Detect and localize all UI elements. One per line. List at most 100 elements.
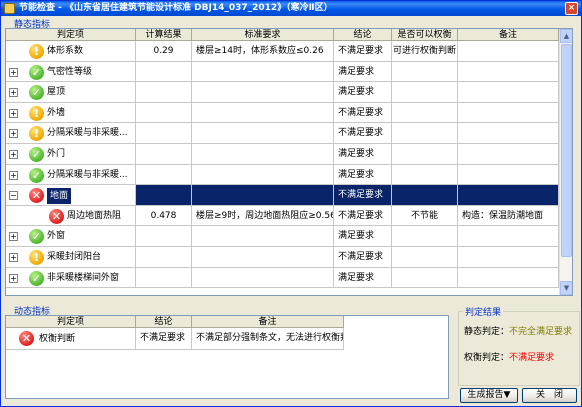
- expand-icon[interactable]: +: [9, 67, 18, 77]
- cell-standard: [192, 102, 334, 124]
- cell-label[interactable]: + ✓ 外窗: [6, 226, 136, 247]
- expand-icon[interactable]: +: [9, 253, 18, 262]
- cell-conclusion: 不满足要求: [136, 328, 192, 350]
- cell-label[interactable]: +! 外墙: [6, 102, 136, 124]
- cell-standard: [192, 185, 334, 206]
- check-icon: ✓: [29, 229, 44, 245]
- cell-label[interactable]: ✕ 周边地面热阻: [6, 205, 136, 227]
- expand-icon[interactable]: +: [9, 170, 18, 180]
- cell-calc: [136, 123, 192, 144]
- table-row[interactable]: + ✓ 屋顶 满足要求: [6, 82, 559, 103]
- scroll-up-button[interactable]: ▲: [560, 29, 572, 43]
- cell-calc: [136, 247, 192, 268]
- cell-label[interactable]: + ✓ 外门: [6, 144, 136, 165]
- window-title: 节能检查 - 《山东省居住建筑节能设计标准 DBJ14_037_2012》（寒冷…: [19, 3, 333, 13]
- warning-icon: !: [29, 105, 44, 121]
- cell-standard: [192, 267, 334, 289]
- table-row[interactable]: +! 分隔采暖与非采暖... 不满足要求: [6, 123, 559, 144]
- cell-note: [458, 226, 559, 247]
- check-icon: ✓: [29, 64, 44, 80]
- cell-calc: [136, 164, 192, 186]
- expand-icon[interactable]: +: [9, 150, 18, 159]
- warning-icon: !: [29, 44, 44, 59]
- item-label: 体形系数: [47, 46, 84, 56]
- static-judgement: 静态判定：不完全满足要求: [464, 324, 572, 337]
- app-icon: [4, 3, 15, 14]
- cell-calc: [136, 144, 192, 165]
- generate-report-button[interactable]: 生成报告▼: [460, 388, 518, 403]
- scroll-down-button[interactable]: ▼: [560, 281, 572, 295]
- cell-note: [458, 123, 559, 144]
- column-header: 备注: [458, 29, 559, 41]
- cell-tradeoff: [392, 185, 458, 206]
- table-row[interactable]: ! 体形系数 0.29 楼层≥14时，体形系数应≤0.26 不满足要求 可进行权衡判断: [6, 41, 559, 62]
- cell-conclusion: 不满足要求: [334, 185, 392, 206]
- table-row[interactable]: ✕ 权衡判断 不满足要求 不满足部分强制条文，无法进行权衡判断: [6, 328, 344, 350]
- collapse-icon[interactable]: −: [9, 191, 18, 201]
- cell-tradeoff: [392, 226, 458, 247]
- item-label: 采暖封闭阳台: [47, 252, 102, 262]
- cell-conclusion: 满足要求: [334, 267, 392, 289]
- cell-calc: [136, 102, 192, 124]
- expand-icon[interactable]: +: [9, 232, 18, 242]
- static-judgement-value: 不完全满足要求: [509, 327, 573, 337]
- table-row[interactable]: + ✓ 气密性等级 满足要求: [6, 61, 559, 83]
- cell-label[interactable]: ! 体形系数: [6, 41, 136, 62]
- cell-label[interactable]: + ✓ 非采暖楼梯间外窗: [6, 267, 136, 289]
- window-close-button[interactable]: ×: [565, 2, 578, 15]
- expand-icon[interactable]: +: [9, 88, 18, 98]
- table-row[interactable]: ✕ 周边地面热阻 0.478 楼层≥9时，周边地面热阻应≥0.56 不满足要求 不节能 构造…: [6, 205, 559, 227]
- close-button[interactable]: 关 闭: [522, 388, 577, 403]
- cell-standard: 楼层≥9时，周边地面热阻应≥0.56: [192, 205, 334, 227]
- cell-note: [458, 185, 559, 206]
- expand-icon[interactable]: +: [9, 129, 18, 139]
- cell-label[interactable]: + ✓ 屋顶: [6, 82, 136, 103]
- table-row[interactable]: + ✓ 分隔采暖与非采暖... 满足要求: [6, 164, 559, 186]
- title-bar[interactable]: 节能检查 - 《山东省居住建筑节能设计标准 DBJ14_037_2012》（寒冷…: [1, 1, 581, 16]
- dynamic-judgement-value: 不满足要求: [509, 353, 555, 363]
- cell-tradeoff: [392, 123, 458, 144]
- cell-calc: [136, 267, 192, 289]
- table-row[interactable]: − ✕ 地面 不满足要求: [6, 185, 559, 206]
- item-label: 周边地面热阻: [67, 210, 122, 221]
- check-icon: ✓: [29, 147, 44, 162]
- cell-label[interactable]: ✕ 权衡判断: [6, 328, 136, 350]
- item-label: 非采暖楼梯间外窗: [47, 272, 120, 283]
- scroll-thumb[interactable]: [561, 44, 572, 257]
- expand-icon[interactable]: +: [9, 273, 18, 283]
- cell-calc: [136, 226, 192, 247]
- cell-note: [458, 61, 559, 83]
- cell-conclusion: 满足要求: [334, 226, 392, 247]
- cell-note: 不满足部分强制条文，无法进行权衡判断: [192, 328, 344, 350]
- cell-conclusion: 满足要求: [334, 144, 392, 165]
- cell-standard: [192, 144, 334, 165]
- cell-label[interactable]: + ✓ 气密性等级: [6, 61, 136, 83]
- expand-icon[interactable]: +: [9, 108, 18, 118]
- dynamic-judgement: 权衡判定：不满足要求: [464, 350, 554, 363]
- column-header: 备注: [192, 316, 344, 328]
- dynamic-indicator-grid: 判定项 结论 备注 ✕ 权衡判断 不满足要求 不满足部分强制条文，无法进行权衡判断: [5, 315, 449, 399]
- cell-label[interactable]: +! 分隔采暖与非采暖...: [6, 123, 136, 144]
- column-header: 结论: [136, 316, 192, 328]
- cell-conclusion: 满足要求: [334, 164, 392, 186]
- column-header: 结论: [334, 29, 392, 41]
- table-row[interactable]: +! 采暖封闭阳台 不满足要求: [6, 247, 559, 268]
- cell-tradeoff: [392, 164, 458, 186]
- table-row[interactable]: + ✓ 外门 满足要求: [6, 144, 559, 165]
- table-row[interactable]: +! 外墙 不满足要求: [6, 102, 559, 124]
- energy-check-window: 节能检查 - 《山东省居住建筑节能设计标准 DBJ14_037_2012》（寒冷…: [0, 0, 582, 407]
- table-row[interactable]: + ✓ 非采暖楼梯间外窗 满足要求: [6, 267, 559, 289]
- item-label: 气密性等级: [47, 66, 93, 77]
- cell-note: [458, 102, 559, 124]
- cell-label[interactable]: +! 采暖封闭阳台: [6, 247, 136, 268]
- static-indicator-grid: 判定项 计算结果 标准要求 结论 是否可以权衡 备注! 体形系数 0.29 楼层≥14时，体形系…: [5, 28, 573, 296]
- static-grid-scrollbar[interactable]: ▲ ▼: [559, 29, 572, 295]
- item-label: 屋顶: [47, 87, 66, 98]
- cell-standard: [192, 82, 334, 103]
- cell-label[interactable]: − ✕ 地面: [6, 185, 136, 206]
- cell-label[interactable]: + ✓ 分隔采暖与非采暖...: [6, 164, 136, 186]
- cell-note: [458, 82, 559, 103]
- table-row[interactable]: + ✓ 外窗 满足要求: [6, 226, 559, 247]
- cell-standard: 楼层≥14时，体形系数应≤0.26: [192, 41, 334, 62]
- item-label: 分隔采暖与非采暖...: [47, 169, 128, 180]
